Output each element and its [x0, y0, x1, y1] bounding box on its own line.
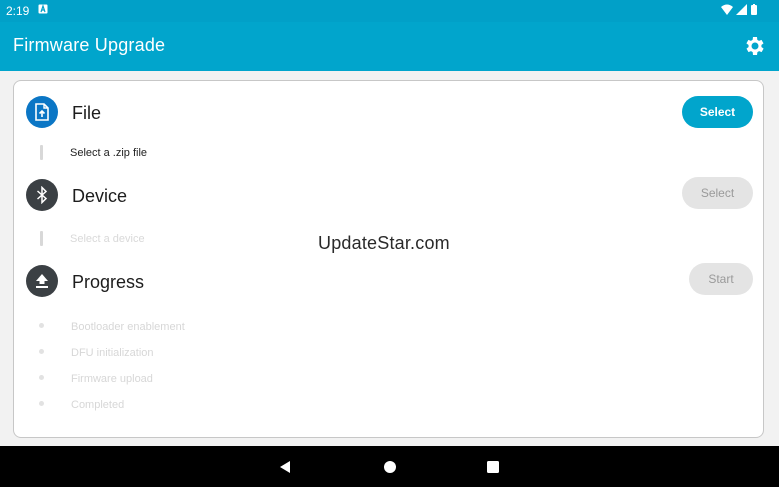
file-select-button[interactable]: Select — [682, 96, 753, 128]
step-firmware-upload: Firmware upload — [71, 373, 153, 385]
back-icon[interactable] — [278, 460, 292, 474]
home-icon[interactable] — [383, 460, 397, 474]
wifi-icon — [721, 4, 733, 15]
progress-section-title: Progress — [72, 272, 145, 292]
device-subtitle: Select a device — [70, 233, 145, 245]
page-title: Firmware Upgrade — [13, 35, 166, 55]
upgrade-card: File Select Select a .zip file Device Se… — [13, 80, 764, 438]
status-bar: 2:19 — [0, 0, 779, 22]
step-completed: Completed — [71, 399, 125, 411]
file-upload-icon — [26, 96, 58, 128]
bluetooth-icon — [26, 179, 58, 211]
upload-icon — [26, 265, 58, 297]
step-dfu: DFU initialization — [71, 347, 154, 359]
recents-icon[interactable] — [487, 461, 499, 473]
step-dot — [39, 349, 44, 354]
step-dot — [39, 375, 44, 380]
file-subtitle: Select a .zip file — [70, 147, 148, 159]
gear-icon[interactable] — [743, 34, 767, 58]
app-bar: Firmware Upgrade — [0, 22, 779, 71]
watermark: UpdateStar.com — [318, 233, 450, 253]
step-dot — [39, 401, 44, 406]
device-select-button[interactable]: Select — [682, 177, 753, 209]
battery-icon — [751, 4, 757, 15]
status-time: 2:19 — [6, 4, 30, 18]
signal-icon — [736, 4, 747, 15]
device-section-title: Device — [72, 186, 128, 206]
start-button[interactable]: Start — [689, 263, 753, 295]
navigation-bar — [0, 446, 779, 487]
device-connector-line — [40, 231, 43, 246]
file-connector-line — [40, 145, 43, 160]
step-dot — [39, 323, 44, 328]
step-bootloader: Bootloader enablement — [71, 321, 185, 333]
a-box-icon — [38, 4, 48, 14]
file-section-title: File — [72, 103, 102, 123]
status-icons — [721, 4, 757, 15]
